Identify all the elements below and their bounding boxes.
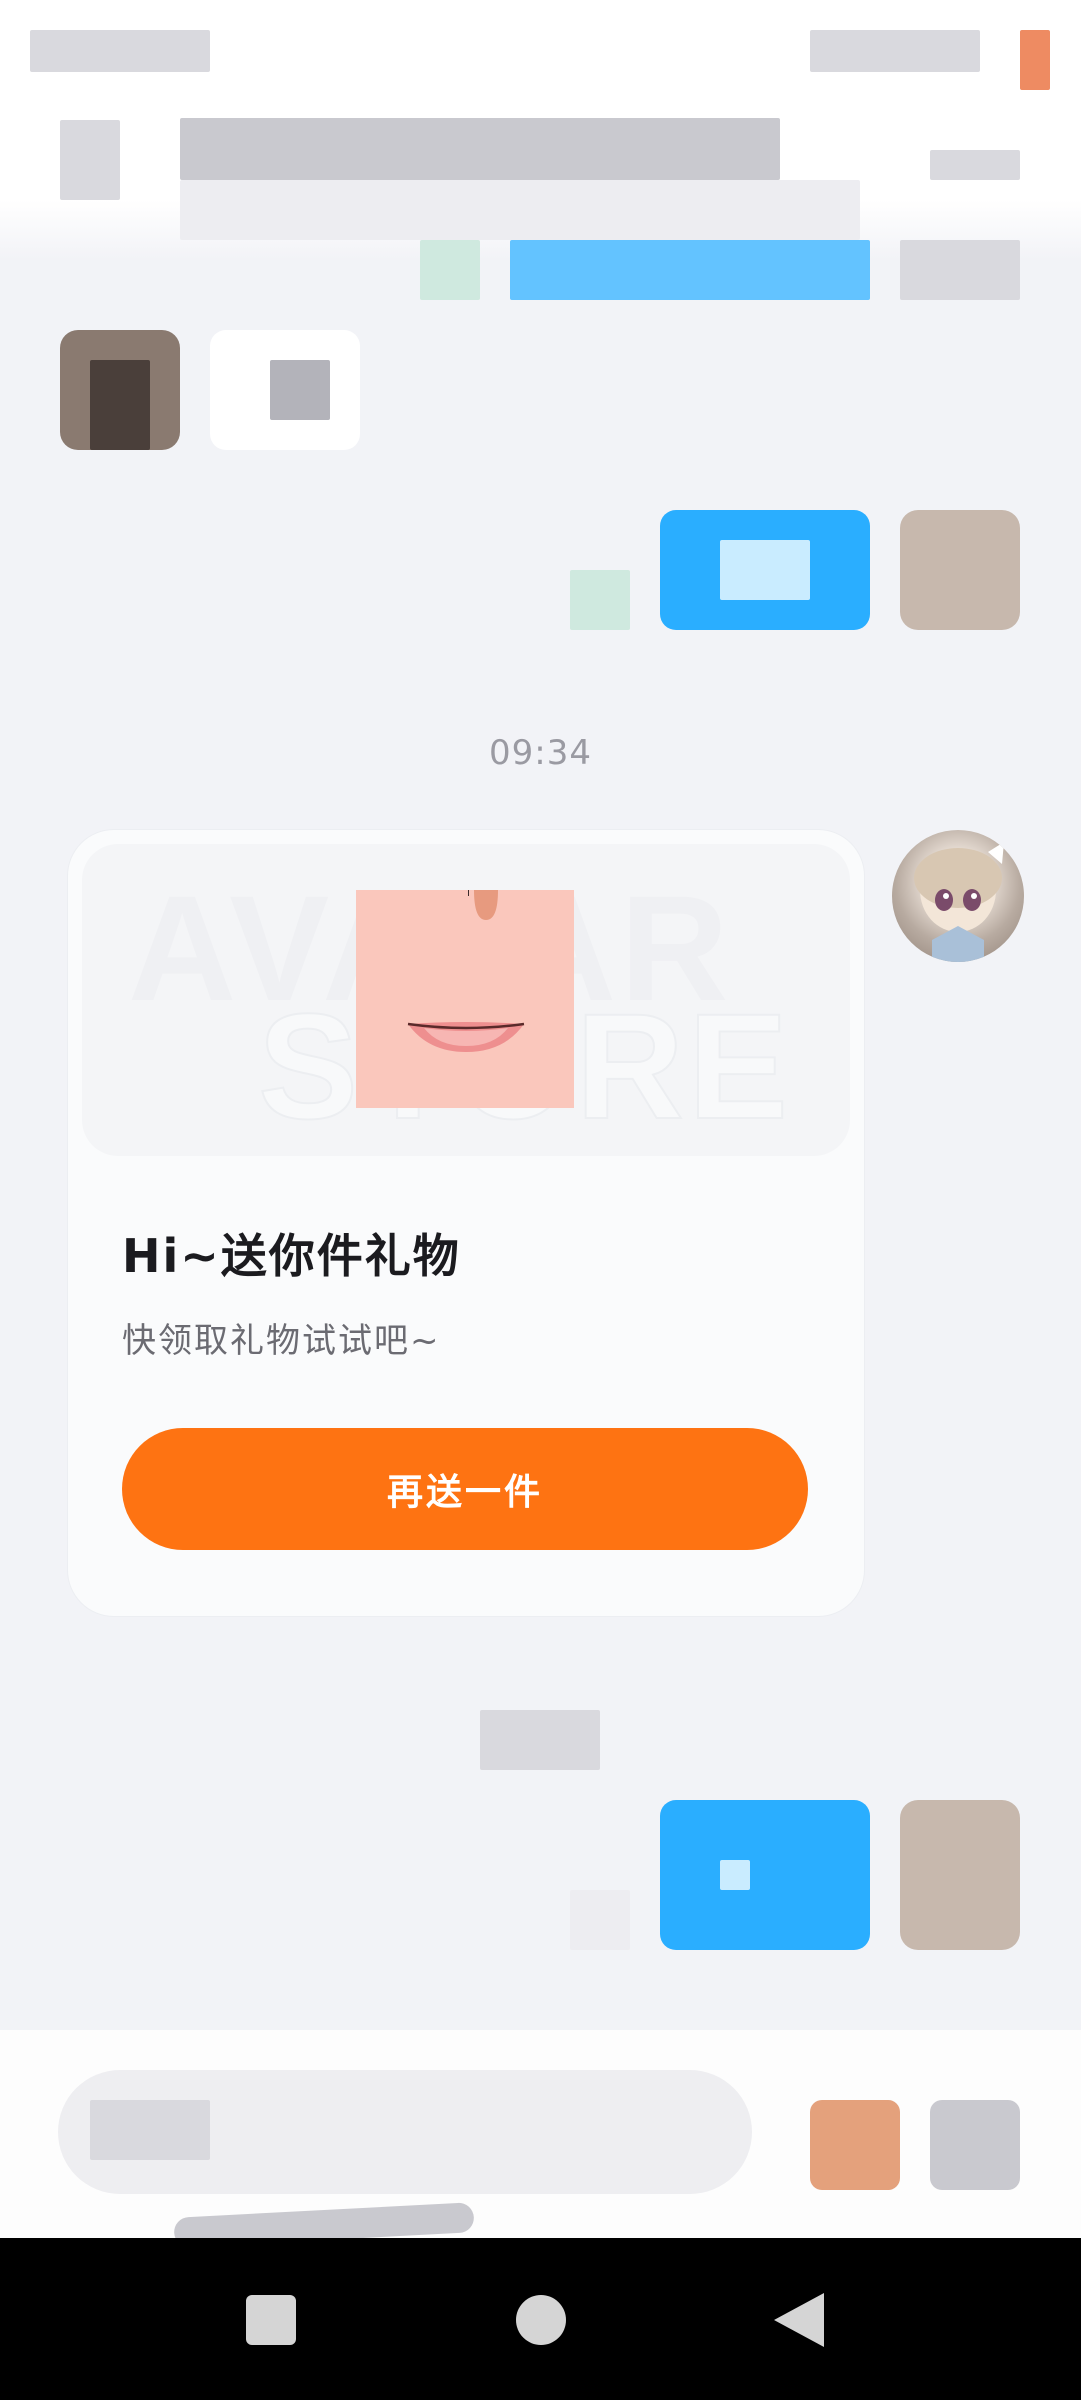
message-timestamp-blurred: [480, 1710, 600, 1770]
avatar-self[interactable]: [900, 510, 1020, 630]
send-another-button[interactable]: 再送一件: [122, 1428, 808, 1550]
more-options-icon[interactable]: [930, 2100, 1020, 2190]
banner-aside: [900, 240, 1020, 300]
chat-title: [180, 118, 780, 180]
read-status-icon: [570, 570, 630, 630]
battery-icon: [1020, 30, 1050, 90]
lips-detail: [407, 1022, 525, 1052]
avatar-self-gift[interactable]: [892, 830, 1024, 962]
triangle-back-icon[interactable]: [774, 2293, 824, 2347]
status-bar-time: [30, 30, 210, 72]
message-text-incoming: [270, 360, 330, 420]
message-text-outgoing: [720, 540, 810, 600]
read-status-icon-2: [570, 1890, 630, 1950]
gift-icon[interactable]: [810, 2100, 900, 2190]
doll-avatar-image: [914, 842, 1004, 962]
circle-icon[interactable]: [516, 2295, 566, 2345]
avatar-self-2[interactable]: [900, 1800, 1020, 1950]
gift-product-image: [356, 890, 574, 1108]
gift-card-subtitle: 快领取礼物试试吧~: [122, 1321, 441, 1361]
status-bar-icons: [810, 30, 980, 72]
gift-card-title: Hi~送你件礼物: [122, 1229, 461, 1283]
more-icon[interactable]: [930, 150, 1020, 180]
message-text-outgoing-2: [720, 1860, 750, 1890]
message-bubble-outgoing-2: [660, 1800, 870, 1950]
banner-button[interactable]: [510, 240, 870, 300]
nose-detail: [468, 890, 498, 920]
square-icon[interactable]: [246, 2295, 296, 2345]
avatar-other-detail: [90, 360, 150, 450]
input-placeholder: [90, 2100, 210, 2160]
chat-subtitle: [180, 180, 860, 240]
message-timestamp: 09:34: [489, 733, 592, 773]
banner-icon: [420, 240, 480, 300]
back-icon[interactable]: [60, 120, 120, 200]
